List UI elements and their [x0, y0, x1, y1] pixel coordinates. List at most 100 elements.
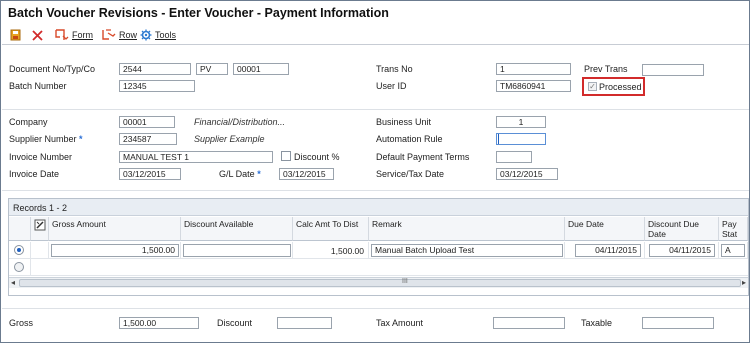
grid-settings-header[interactable]: [31, 217, 49, 241]
supplier-description: Supplier Example: [194, 134, 265, 144]
processed-label: Processed: [599, 82, 642, 92]
company-field[interactable]: 00001: [119, 116, 175, 128]
tools-menu-label: Tools: [155, 30, 177, 40]
section-divider: [2, 109, 749, 110]
discount-pct-label: Discount %: [294, 152, 340, 162]
table-row-icon-cell: [31, 242, 49, 259]
calc-amt-cell: 1,500.00: [330, 246, 364, 256]
col-due-date[interactable]: Due Date: [565, 217, 645, 241]
invoice-number-field[interactable]: MANUAL TEST 1: [119, 151, 273, 163]
row-icon: [102, 29, 116, 40]
default-payment-terms-label: Default Payment Terms: [376, 152, 470, 162]
gear-icon: [140, 29, 152, 41]
window-title: Batch Voucher Revisions - Enter Voucher …: [8, 6, 389, 20]
table-row-selector[interactable]: [9, 242, 31, 259]
taxable-field: [642, 317, 714, 329]
total-discount-label: Discount: [217, 318, 253, 328]
remark-cell[interactable]: Manual Batch Upload Test: [371, 244, 563, 257]
prev-trans-label: Prev Trans: [584, 64, 628, 74]
text-cursor: [498, 134, 499, 144]
grid-settings-icon: [34, 219, 46, 231]
table-row: Manual Batch Upload Test: [369, 242, 565, 259]
user-id-label: User ID: [376, 81, 407, 91]
table-row-selector[interactable]: [9, 259, 31, 276]
table-row: 04/11/2015: [645, 242, 719, 259]
form-menu[interactable]: Form: [55, 28, 93, 42]
records-label: Records 1 - 2: [13, 203, 68, 213]
invoice-date-label: Invoice Date: [9, 169, 60, 179]
discount-due-date-cell[interactable]: 04/11/2015: [649, 244, 715, 257]
table-row: 1,500.00: [293, 242, 369, 259]
gl-date-field[interactable]: 03/12/2015: [279, 168, 334, 180]
section-divider: [2, 308, 749, 309]
trans-no-label: Trans No: [376, 64, 413, 74]
grid-horizontal-scrollbar[interactable]: ◂ III ▸: [9, 277, 748, 288]
trans-no-field[interactable]: 1: [496, 63, 571, 75]
batch-number-field[interactable]: 12345: [119, 80, 195, 92]
total-gross-label: Gross: [9, 318, 34, 328]
service-tax-date-label: Service/Tax Date: [376, 169, 445, 179]
invoice-number-label: Invoice Number: [9, 152, 73, 162]
table-row-empty[interactable]: [31, 259, 748, 276]
batch-label: Batch Number: [9, 81, 67, 91]
row-selector-header: [9, 217, 31, 241]
form-icon: [55, 29, 69, 40]
app-window: Batch Voucher Revisions - Enter Voucher …: [0, 0, 750, 343]
total-discount-field: [277, 317, 332, 329]
col-discount-due-date[interactable]: Discount Due Date: [645, 217, 719, 241]
section-divider: [2, 190, 749, 191]
business-unit-label: Business Unit: [376, 117, 432, 127]
close-icon[interactable]: [32, 28, 43, 42]
supplier-label: Supplier Number *: [9, 134, 83, 144]
automation-rule-label: Automation Rule: [376, 134, 443, 144]
company-description: Financial/Distribution...: [194, 117, 286, 127]
save-icon[interactable]: [10, 28, 21, 42]
invoice-date-field[interactable]: 03/12/2015: [119, 168, 181, 180]
voucher-grid: Records 1 - 2 Gross Amount Discount Avai…: [8, 198, 749, 296]
form-menu-label: Form: [72, 30, 93, 40]
doc-no-field[interactable]: 2544: [119, 63, 191, 75]
scroll-left-arrow-icon[interactable]: ◂: [11, 278, 15, 287]
pay-stat-cell[interactable]: A: [721, 244, 745, 257]
row-radio-selected[interactable]: [14, 245, 24, 255]
supplier-number-field[interactable]: 234587: [119, 133, 177, 145]
col-pay-stat[interactable]: Pay Stat: [719, 217, 748, 241]
gross-amount-cell[interactable]: 1,500.00: [51, 244, 179, 257]
discount-available-cell[interactable]: [183, 244, 291, 257]
service-tax-date-field[interactable]: 03/12/2015: [496, 168, 558, 180]
required-indicator-icon: *: [257, 169, 261, 179]
doc-co-field[interactable]: 00001: [233, 63, 289, 75]
tax-amount-label: Tax Amount: [376, 318, 424, 328]
scrollbar-thumb[interactable]: III: [19, 278, 741, 287]
user-id-field: TM6860941: [496, 80, 571, 92]
discount-pct-checkbox[interactable]: [281, 151, 291, 161]
row-menu-label: Row: [119, 30, 138, 40]
scroll-grip: III: [402, 278, 408, 285]
tax-amount-field: [493, 317, 565, 329]
scroll-right-arrow-icon[interactable]: ▸: [742, 278, 746, 287]
table-row: 1,500.00: [49, 242, 181, 259]
table-row: [181, 242, 293, 259]
default-payment-terms-field[interactable]: [496, 151, 532, 163]
col-remark[interactable]: Remark: [369, 217, 565, 241]
business-unit-field[interactable]: 1: [496, 116, 546, 128]
taxable-label: Taxable: [581, 318, 613, 328]
tools-menu[interactable]: Tools: [140, 28, 176, 42]
required-indicator-icon: *: [79, 134, 83, 144]
processed-checkbox[interactable]: ✓: [588, 82, 597, 91]
table-row: A: [719, 242, 748, 259]
table-row: 04/11/2015: [565, 242, 645, 259]
doc-type-field[interactable]: PV: [196, 63, 228, 75]
due-date-cell[interactable]: 04/11/2015: [575, 244, 641, 257]
prev-trans-field[interactable]: [642, 64, 704, 76]
col-gross-amount[interactable]: Gross Amount: [49, 217, 181, 241]
doc-label: Document No/Typ/Co: [9, 64, 96, 74]
row-menu[interactable]: Row: [102, 28, 137, 42]
col-calc-amt[interactable]: Calc Amt To Dist: [293, 217, 369, 241]
row-radio[interactable]: [14, 262, 24, 272]
col-discount-available[interactable]: Discount Available: [181, 217, 293, 241]
automation-rule-field[interactable]: [496, 133, 546, 145]
toolbar: Form Row Tools: [2, 25, 749, 45]
gl-date-label: G/L Date *: [219, 169, 261, 179]
total-gross-field: 1,500.00: [119, 317, 199, 329]
